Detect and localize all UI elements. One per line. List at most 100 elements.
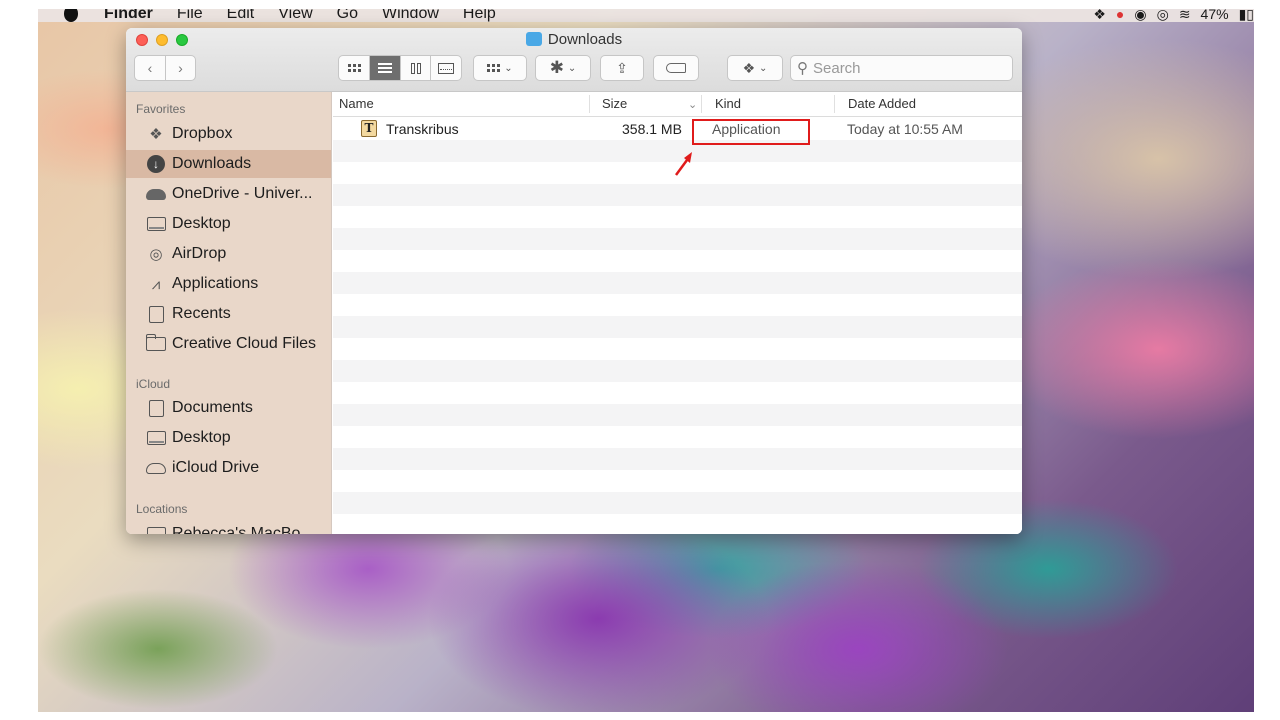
sidebar-item-label: AirDrop xyxy=(172,245,227,262)
transkribus-app-icon: T xyxy=(361,120,377,137)
gallery-icon xyxy=(438,62,455,74)
icon-view-button[interactable] xyxy=(339,56,369,80)
search-icon: ⚲ xyxy=(797,60,808,77)
menu-file[interactable]: File xyxy=(177,9,203,23)
share-icon: ⇪ xyxy=(616,59,628,76)
menu-view[interactable]: View xyxy=(278,9,312,23)
creative-cloud-status-icon[interactable]: ◎ xyxy=(1157,9,1169,23)
applications-icon: ⩘ xyxy=(151,275,161,293)
gallery-view-button[interactable] xyxy=(430,56,461,80)
sidebar-item-onedrive[interactable]: OneDrive - Univer... xyxy=(126,180,331,208)
table-row[interactable]: T Transkribus 358.1 MB Application Today… xyxy=(333,118,1022,140)
back-button[interactable]: ‹ xyxy=(135,56,165,80)
sidebar-item-recents[interactable]: Recents xyxy=(126,300,331,328)
sidebar-item-label: Desktop xyxy=(172,429,231,446)
sidebar-item-desktop[interactable]: Desktop xyxy=(126,210,331,238)
sidebar-header-locations: Locations xyxy=(136,502,188,516)
sidebar-header-favorites: Favorites xyxy=(136,102,186,116)
sidebar-item-airdrop[interactable]: ◎ AirDrop xyxy=(126,240,331,268)
list-view-button[interactable] xyxy=(369,56,400,80)
file-date-added: Today at 10:55 AM xyxy=(847,121,963,137)
sidebar-item-dropbox[interactable]: ❖ Dropbox xyxy=(126,120,331,148)
view-mode-buttons xyxy=(338,55,462,81)
airdrop-icon: ◎ xyxy=(149,246,163,263)
downloads-icon: ↓ xyxy=(146,155,166,173)
menu-edit[interactable]: Edit xyxy=(227,9,255,23)
sidebar-item-label: Recents xyxy=(172,305,231,322)
action-button[interactable]: ✱ ⌄ xyxy=(535,55,591,81)
forward-button[interactable]: › xyxy=(164,56,195,80)
status-area: ❖ ● ◉ ◎ ≋ 47% ▮▯ xyxy=(1083,9,1254,25)
battery-icon[interactable]: ▮▯ xyxy=(1239,9,1254,23)
share-button[interactable]: ⇪ xyxy=(600,55,644,81)
column-header-name[interactable]: Name xyxy=(339,96,374,111)
onedrive-icon xyxy=(146,185,166,203)
gear-icon: ✱ xyxy=(549,58,564,77)
battery-percent[interactable]: 47% xyxy=(1201,9,1229,22)
tag-icon xyxy=(666,63,686,73)
dropbox-status-icon[interactable]: ❖ xyxy=(1093,9,1106,23)
sidebar-item-icloud-drive[interactable]: iCloud Drive xyxy=(126,454,331,482)
sidebar: Favorites ❖ Dropbox ↓ Downloads OneDrive -… xyxy=(126,92,332,534)
sort-chevron-icon: ⌄ xyxy=(688,99,698,111)
search-field[interactable]: ⚲ Search xyxy=(790,55,1013,81)
highlight-box xyxy=(692,119,810,145)
column-header-size[interactable]: Size xyxy=(602,96,627,111)
sidebar-item-label: Dropbox xyxy=(172,125,233,142)
window-title-text: Downloads xyxy=(547,31,623,48)
folder-icon xyxy=(146,334,166,353)
dropbox-icon: ❖ xyxy=(742,59,756,76)
dropbox-icon: ❖ xyxy=(149,126,163,143)
column-divider[interactable] xyxy=(701,95,702,113)
chevron-down-icon: ⌄ xyxy=(567,62,577,74)
chevron-left-icon: ‹ xyxy=(147,60,153,76)
menu-go[interactable]: Go xyxy=(337,9,358,23)
list-header: Name Size ⌄ Kind Date Added xyxy=(333,92,1022,117)
sidebar-item-label: iCloud Drive xyxy=(172,459,260,476)
chevron-down-icon: ⌄ xyxy=(504,62,513,74)
downloads-folder-icon xyxy=(525,32,542,46)
sidebar-item-creative-cloud-files[interactable]: Creative Cloud Files xyxy=(126,330,331,358)
menu-finder[interactable]: Finder xyxy=(104,9,153,23)
chevron-down-icon: ⌄ xyxy=(759,62,768,74)
sidebar-item-downloads[interactable]: ↓ Downloads xyxy=(126,150,331,178)
sidebar-item-label: Creative Cloud Files xyxy=(172,335,317,352)
sidebar-item-label: Downloads xyxy=(172,155,252,172)
menu-window[interactable]: Window xyxy=(382,9,439,23)
record-status-icon[interactable]: ● xyxy=(1116,9,1124,22)
desktop-wallpaper: Finder File Edit View Go Window Help ❖ ●… xyxy=(38,9,1254,712)
column-header-date-added[interactable]: Date Added xyxy=(848,96,916,111)
menu-help[interactable]: Help xyxy=(463,9,496,23)
navigation-buttons: ‹ › xyxy=(134,55,196,81)
sidebar-item-label: Applications xyxy=(172,275,259,292)
laptop-icon xyxy=(146,525,166,534)
sidebar-item-documents[interactable]: Documents xyxy=(126,394,331,422)
apple-icon[interactable] xyxy=(64,9,78,22)
dropbox-button[interactable]: ❖ ⌄ xyxy=(727,55,783,81)
sidebar-item-macbook[interactable]: Rebecca's MacBo... xyxy=(126,520,331,534)
file-list: Name Size ⌄ Kind Date Added T Transkribu… xyxy=(333,92,1022,534)
column-divider[interactable] xyxy=(589,95,590,113)
finder-window: Downloads ‹ › ⌄ ✱ ⌄ ⇪ ❖ ⌄ ⚲ Search Favori… xyxy=(126,28,1022,534)
sidebar-item-icloud-desktop[interactable]: Desktop xyxy=(126,424,331,452)
file-name: Transkribus xyxy=(386,121,459,137)
group-icon xyxy=(487,64,501,72)
sidebar-item-applications[interactable]: ⩘ Applications xyxy=(126,270,331,298)
column-header-kind[interactable]: Kind xyxy=(715,96,741,111)
sidebar-item-label: Rebecca's MacBo... xyxy=(172,525,314,534)
column-view-button[interactable] xyxy=(399,56,431,80)
sidebar-item-label: Desktop xyxy=(172,215,231,232)
sidebar-header-icloud: iCloud xyxy=(136,377,171,391)
menu-bar: Finder File Edit View Go Window Help ❖ ●… xyxy=(38,9,1254,22)
search-placeholder: Search xyxy=(813,59,861,77)
icon-grid-icon xyxy=(347,64,361,72)
column-divider[interactable] xyxy=(834,95,835,113)
wifi-icon[interactable]: ≋ xyxy=(1179,9,1191,23)
chevron-right-icon: › xyxy=(178,60,183,76)
tags-button[interactable] xyxy=(653,55,699,81)
list-icon xyxy=(378,63,393,73)
eye-status-icon[interactable]: ◉ xyxy=(1134,9,1146,23)
desktop-icon xyxy=(146,215,166,233)
window-title: Downloads xyxy=(126,31,1022,48)
group-by-button[interactable]: ⌄ xyxy=(473,55,527,81)
